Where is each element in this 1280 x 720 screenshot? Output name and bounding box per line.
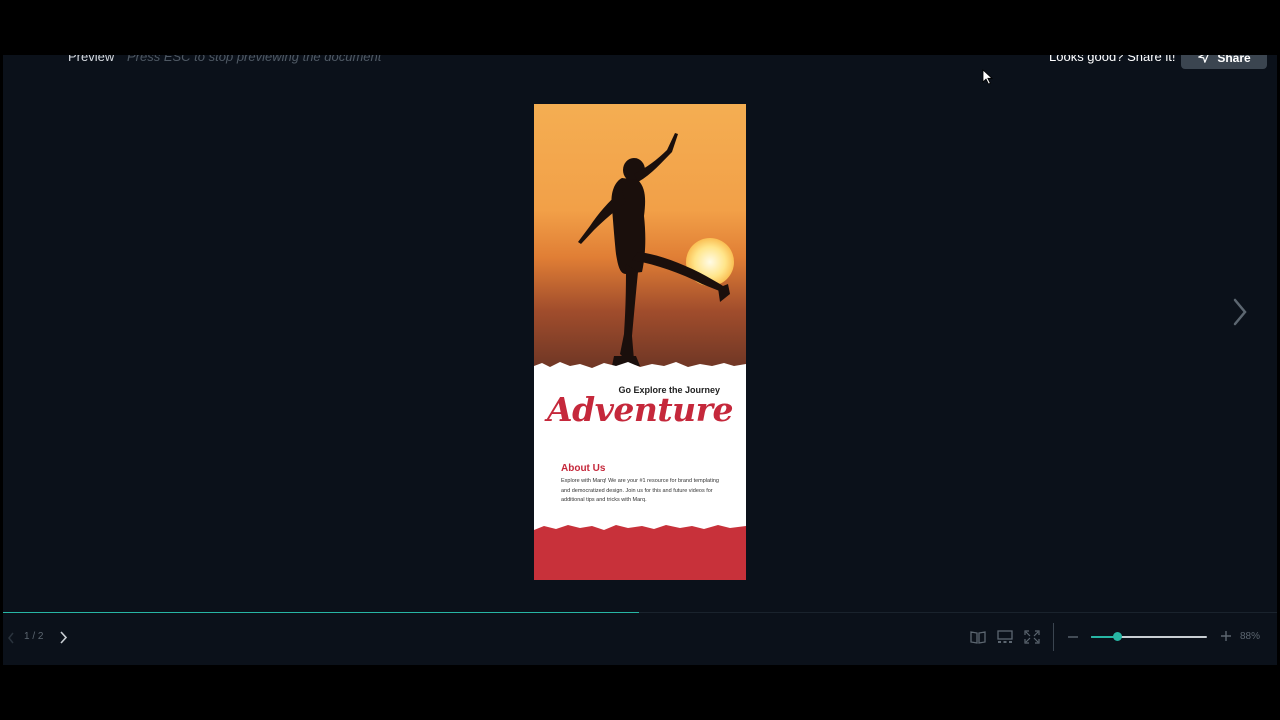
about-title: About Us (561, 463, 606, 474)
document-page: Go Explore the Journey Adventure About U… (534, 104, 746, 580)
chevron-right-icon[interactable] (1231, 297, 1249, 327)
share-prompt: Looks good? Share it! (1049, 55, 1176, 64)
document-headline: Adventure (547, 390, 733, 429)
share-icon (1197, 55, 1211, 67)
progress-fill (3, 612, 639, 613)
bottom-toolbar: 1 / 2 88% (3, 615, 1277, 665)
preview-label: Preview (68, 55, 115, 64)
share-button[interactable]: Share (1181, 55, 1267, 69)
minus-icon[interactable] (1067, 631, 1079, 643)
top-bar: Preview Press ESC to stop previewing the… (3, 55, 1277, 71)
about-body: Explore with Marq! We are your #1 resour… (561, 478, 719, 503)
chevron-left-icon[interactable] (7, 632, 15, 644)
preview-window: Preview Press ESC to stop previewing the… (3, 55, 1277, 665)
share-button-label: Share (1217, 55, 1251, 65)
zoom-level: 88% (1240, 631, 1261, 642)
plus-icon[interactable] (1220, 630, 1232, 642)
esc-hint: Press ESC to stop previewing the documen… (127, 55, 382, 64)
red-footer-band (534, 525, 746, 580)
mouse-cursor-icon (982, 69, 994, 85)
fullscreen-icon[interactable] (1023, 629, 1041, 645)
chevron-right-icon[interactable] (59, 631, 68, 644)
zoom-slider-thumb[interactable] (1113, 632, 1122, 641)
grid-icon[interactable] (996, 629, 1014, 645)
book-icon[interactable] (969, 629, 987, 645)
toolbar-divider (1053, 623, 1054, 651)
jumping-person-silhouette (578, 133, 730, 366)
page-indicator: 1 / 2 (24, 631, 44, 642)
